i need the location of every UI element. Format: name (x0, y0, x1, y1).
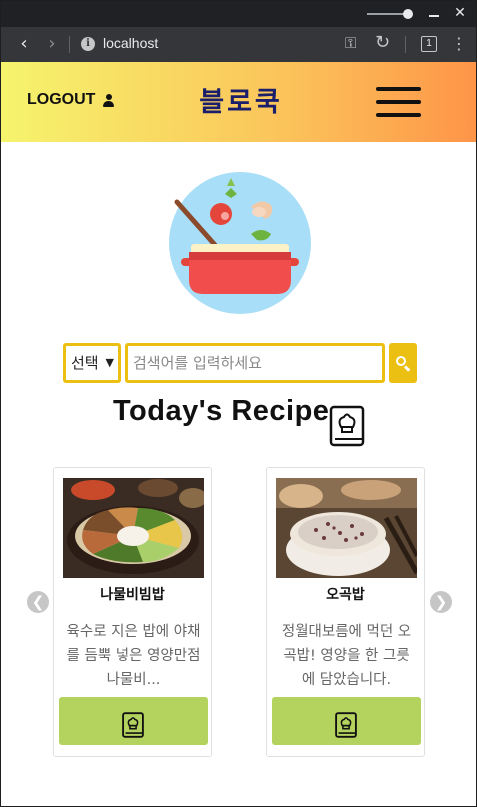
user-icon (103, 93, 115, 107)
key-icon[interactable]: ⚿ (345, 34, 356, 52)
chevron-right-icon: ❯ (434, 593, 448, 611)
search-button[interactable] (389, 343, 417, 383)
recipe-photo (63, 478, 204, 578)
chevron-left-icon: ❮ (31, 593, 45, 611)
hamburger-menu-icon[interactable] (376, 87, 421, 119)
search-bar: 선택 ▼ 검색어를 입력하세요 (63, 343, 417, 383)
browser-window: ✕ ‹ › i localhost ⚿ ↻ 1 ⋮ LOGOUT 블로쿡 선택 … (0, 0, 477, 807)
site-header: LOGOUT 블로쿡 (1, 62, 476, 142)
logout-label: LOGOUT (27, 91, 96, 108)
recipe-description: 육수로 지은 밥에 야채를 듬뿍 넣은 영양만점 나물비... (66, 624, 201, 688)
recipe-book-icon (335, 712, 357, 738)
logout-button[interactable]: LOGOUT (27, 91, 115, 109)
search-category-select[interactable]: 선택 ▼ (63, 343, 121, 383)
reload-icon[interactable]: ↻ (375, 32, 390, 53)
site-info-icon[interactable]: i (81, 37, 95, 51)
view-recipe-button[interactable] (59, 697, 208, 745)
view-recipe-button[interactable] (272, 697, 421, 745)
recipe-book-icon (329, 405, 365, 447)
back-arrow-icon[interactable]: ‹ (13, 33, 35, 55)
section-title: Today's Recipe (113, 395, 330, 427)
search-input[interactable]: 검색어를 입력하세요 (125, 343, 385, 383)
recipe-photo (276, 478, 417, 578)
toolbar-divider (69, 36, 70, 53)
select-value: 선택 (71, 354, 99, 372)
carousel-prev-button[interactable]: ❮ (27, 591, 49, 613)
tab-count-button[interactable]: 1 (421, 36, 437, 52)
carousel-next-button[interactable]: ❯ (430, 591, 452, 613)
minimize-button[interactable] (429, 15, 439, 17)
recipe-name: 나물비빔밥 (100, 587, 165, 603)
recipe-card[interactable]: 오곡밥 정월대보름에 먹던 오곡밥! 영양을 한 그릇에 담았습니다. (266, 467, 425, 757)
search-icon (396, 356, 406, 366)
recipe-description: 정월대보름에 먹던 오곡밥! 영양을 한 그릇에 담았습니다. (281, 624, 412, 688)
recipe-card[interactable]: 나물비빔밥 육수로 지은 밥에 야채를 듬뿍 넣은 영양만점 나물비... (53, 467, 212, 757)
cooking-pot-illustration (169, 172, 311, 314)
address-bar[interactable]: localhost (103, 35, 158, 51)
brand-logo-text[interactable]: 블로쿡 (191, 80, 291, 119)
toolbar-divider (405, 36, 406, 53)
browser-titlebar: ✕ (1, 1, 476, 27)
forward-arrow-icon[interactable]: › (41, 33, 63, 55)
close-window-button[interactable]: ✕ (452, 5, 468, 21)
recipe-book-icon (122, 712, 144, 738)
zoom-slider-knob[interactable] (403, 9, 413, 19)
recipe-name: 오곡밥 (326, 587, 365, 603)
more-options-icon[interactable]: ⋮ (451, 33, 467, 55)
browser-toolbar: ‹ › i localhost ⚿ ↻ 1 ⋮ (1, 27, 476, 62)
chevron-down-icon: ▼ (105, 356, 114, 369)
